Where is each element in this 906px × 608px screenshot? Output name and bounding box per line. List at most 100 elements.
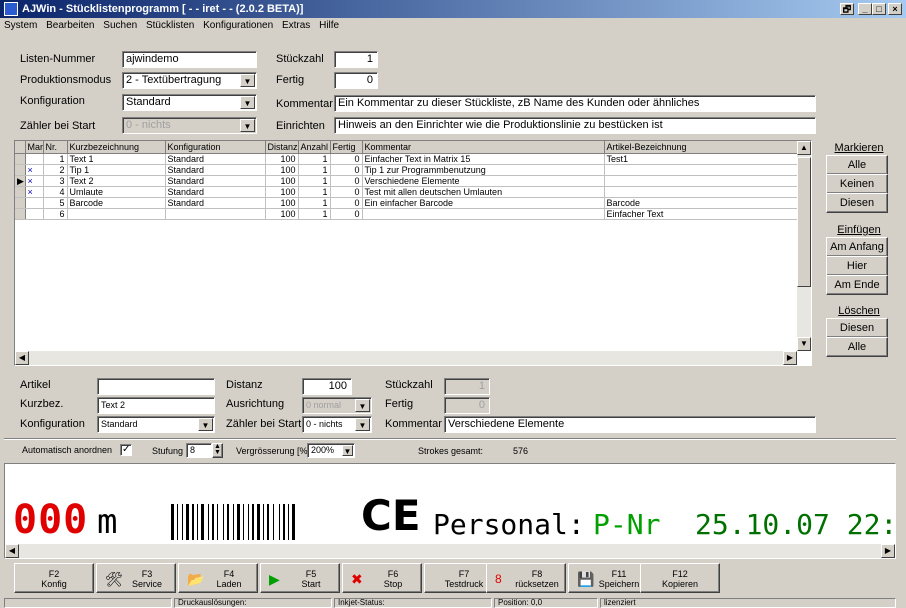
table-row[interactable]: × 4 Umlaute Standard 100 1 0 Test mit allen deu… — [15, 186, 799, 198]
distanz-cell[interactable]: 100 — [265, 164, 299, 176]
anzahl-cell[interactable]: 1 — [298, 153, 331, 165]
nr-cell[interactable]: 5 — [43, 197, 68, 209]
distanz-cell[interactable]: 100 — [265, 153, 299, 165]
artikel-bezeichnung-cell[interactable] — [604, 186, 799, 198]
header-nr[interactable]: Nr. — [43, 141, 68, 154]
preview-scrollbar[interactable]: ◀ ▶ — [5, 544, 895, 558]
header-artikel-bezeichnung[interactable]: Artikel-Bezeichnung — [604, 141, 799, 154]
nr-cell[interactable]: 2 — [43, 164, 68, 176]
distanz-cell[interactable]: 100 — [265, 175, 299, 187]
delete-this-button[interactable]: Diesen — [826, 318, 888, 338]
scroll-right-icon[interactable]: ▶ — [783, 351, 797, 365]
listen-nummer-input[interactable]: ajwindemo — [122, 51, 257, 68]
maximize-button[interactable]: □ — [872, 3, 886, 15]
scroll-right-icon[interactable]: ▶ — [881, 544, 895, 558]
distanz-cell[interactable]: 100 — [265, 208, 299, 220]
fertig-cell[interactable]: 0 — [330, 153, 363, 165]
zaehler-select[interactable]: 0 - nichts ▼ — [122, 117, 257, 134]
nr-cell[interactable]: 4 — [43, 186, 68, 198]
kurzbezeichnung-cell[interactable]: Text 2 — [67, 175, 166, 187]
markiert-cell[interactable]: × — [25, 175, 44, 187]
mark-all-button[interactable]: Alle — [826, 155, 888, 175]
kommentar-cell[interactable]: Einfacher Text in Matrix 15 — [362, 153, 605, 165]
kurzbezeichnung-cell[interactable]: Tip 1 — [67, 164, 166, 176]
kommentar-cell[interactable]: Tip 1 zur Programmbenutzung — [362, 164, 605, 176]
konfiguration-cell[interactable] — [165, 208, 266, 220]
f5-start-button[interactable]: ▶ F5 Start — [260, 563, 340, 593]
kommentar-cell[interactable]: Verschiedene Elemente — [362, 175, 605, 187]
vergroesserung-select[interactable]: 200% ▼ — [307, 443, 355, 458]
header-distanz[interactable]: Distanz — [265, 141, 299, 154]
row-selector[interactable] — [15, 153, 26, 165]
markiert-cell[interactable]: × — [25, 164, 44, 176]
minimize-button[interactable]: _ — [858, 3, 872, 15]
detail-konfiguration-select[interactable]: Standard ▼ — [97, 416, 215, 433]
kurzbezeichnung-cell[interactable] — [67, 208, 166, 220]
restore-extra-button[interactable]: 🗗 — [840, 3, 854, 15]
artikel-bezeichnung-cell[interactable]: Test1 — [604, 153, 799, 165]
mark-this-button[interactable]: Diesen — [826, 193, 888, 213]
stufung-input[interactable]: 8 — [186, 443, 212, 458]
menu-system[interactable]: System — [4, 20, 37, 31]
f4-laden-button[interactable]: 📂 F4 Laden — [178, 563, 258, 593]
kommentar-input[interactable]: Ein Kommentar zu dieser Stückliste, zB N… — [334, 95, 816, 112]
item-table[interactable]: Markiert Nr. Kurzbezeichnung Konfigurati… — [14, 140, 812, 366]
konfiguration-cell[interactable]: Standard — [165, 197, 266, 209]
anzahl-cell[interactable]: 1 — [298, 164, 331, 176]
scroll-down-icon[interactable]: ▼ — [797, 337, 811, 351]
header-markiert[interactable]: Markiert — [25, 141, 44, 154]
f3-service-button[interactable]: 🛠 F3 Service — [96, 563, 176, 593]
fertig-cell[interactable]: 0 — [330, 164, 363, 176]
anzahl-cell[interactable]: 1 — [298, 175, 331, 187]
kurzbezeichnung-cell[interactable]: Text 1 — [67, 153, 166, 165]
artikel-bezeichnung-cell[interactable]: Einfacher Text — [604, 208, 799, 220]
kommentar-cell[interactable] — [362, 208, 605, 220]
detail-kommentar-input[interactable]: Verschiedene Elemente — [444, 416, 816, 433]
konfiguration-cell[interactable]: Standard — [165, 186, 266, 198]
kurzbezeichnung-cell[interactable]: Umlaute — [67, 186, 166, 198]
konfiguration-select[interactable]: Standard ▼ — [122, 94, 257, 111]
f11-speichern-button[interactable]: 💾 F11 Speichern — [568, 563, 648, 593]
kurzbez-input[interactable]: Text 2 — [97, 397, 215, 414]
stufung-spinner[interactable]: ▲ ▼ — [212, 443, 223, 458]
menu-hilfe[interactable]: Hilfe — [319, 20, 339, 31]
header-kurzbezeichnung[interactable]: Kurzbezeichnung — [67, 141, 166, 154]
produktionsmodus-select[interactable]: 2 - Textübertragung ▼ — [122, 72, 257, 89]
fertig-cell[interactable]: 0 — [330, 186, 363, 198]
f8-ruecksetzen-button[interactable]: 8 F8 rücksetzen — [486, 563, 566, 593]
row-selector[interactable] — [15, 164, 26, 176]
table-row[interactable]: ▶ × 3 Text 2 Standard 100 1 0 Verschiedene Eleme… — [15, 175, 799, 187]
table-row[interactable]: × 2 Tip 1 Standard 100 1 0 Tip 1 zur Programmbe… — [15, 164, 799, 176]
artikel-bezeichnung-cell[interactable] — [604, 164, 799, 176]
row-selector[interactable]: ▶ — [15, 175, 26, 187]
header-anzahl[interactable]: Anzahl — [298, 141, 331, 154]
nr-cell[interactable]: 3 — [43, 175, 68, 187]
distanz-cell[interactable]: 100 — [265, 186, 299, 198]
distanz-input[interactable]: 100 — [302, 378, 352, 395]
insert-here-button[interactable]: Hier — [826, 256, 888, 276]
menu-extras[interactable]: Extras — [282, 20, 310, 31]
row-selector[interactable] — [15, 197, 26, 209]
fertig-input[interactable]: 0 — [334, 72, 378, 89]
detail-fertig-input[interactable]: 0 — [444, 397, 490, 414]
detail-stueckzahl-input[interactable]: 1 — [444, 378, 490, 395]
artikel-input[interactable] — [97, 378, 215, 395]
menu-stuecklisten[interactable]: Stücklisten — [146, 20, 194, 31]
kommentar-cell[interactable]: Test mit allen deutschen Umlauten — [362, 186, 605, 198]
kommentar-cell[interactable]: Ein einfacher Barcode — [362, 197, 605, 209]
scroll-left-icon[interactable]: ◀ — [5, 544, 19, 558]
table-row[interactable]: 6 100 1 0 Einfacher Text — [15, 208, 799, 220]
delete-all-button[interactable]: Alle — [826, 337, 888, 357]
einrichten-input[interactable]: Hinweis an den Einrichter wie die Produk… — [334, 117, 816, 134]
ausrichtung-select[interactable]: 0 normal ▼ — [302, 397, 372, 414]
f2-konfig-button[interactable]: F2 Konfig — [14, 563, 94, 593]
kurzbezeichnung-cell[interactable]: Barcode — [67, 197, 166, 209]
f12-kopieren-button[interactable]: F12 Kopieren — [640, 563, 720, 593]
menu-konfigurationen[interactable]: Konfigurationen — [203, 20, 273, 31]
nr-cell[interactable]: 1 — [43, 153, 68, 165]
scroll-up-icon[interactable]: ▲ — [797, 141, 811, 155]
row-selector[interactable] — [15, 208, 26, 220]
insert-start-button[interactable]: Am Anfang — [826, 237, 888, 257]
anzahl-cell[interactable]: 1 — [298, 186, 331, 198]
anzahl-cell[interactable]: 1 — [298, 208, 331, 220]
